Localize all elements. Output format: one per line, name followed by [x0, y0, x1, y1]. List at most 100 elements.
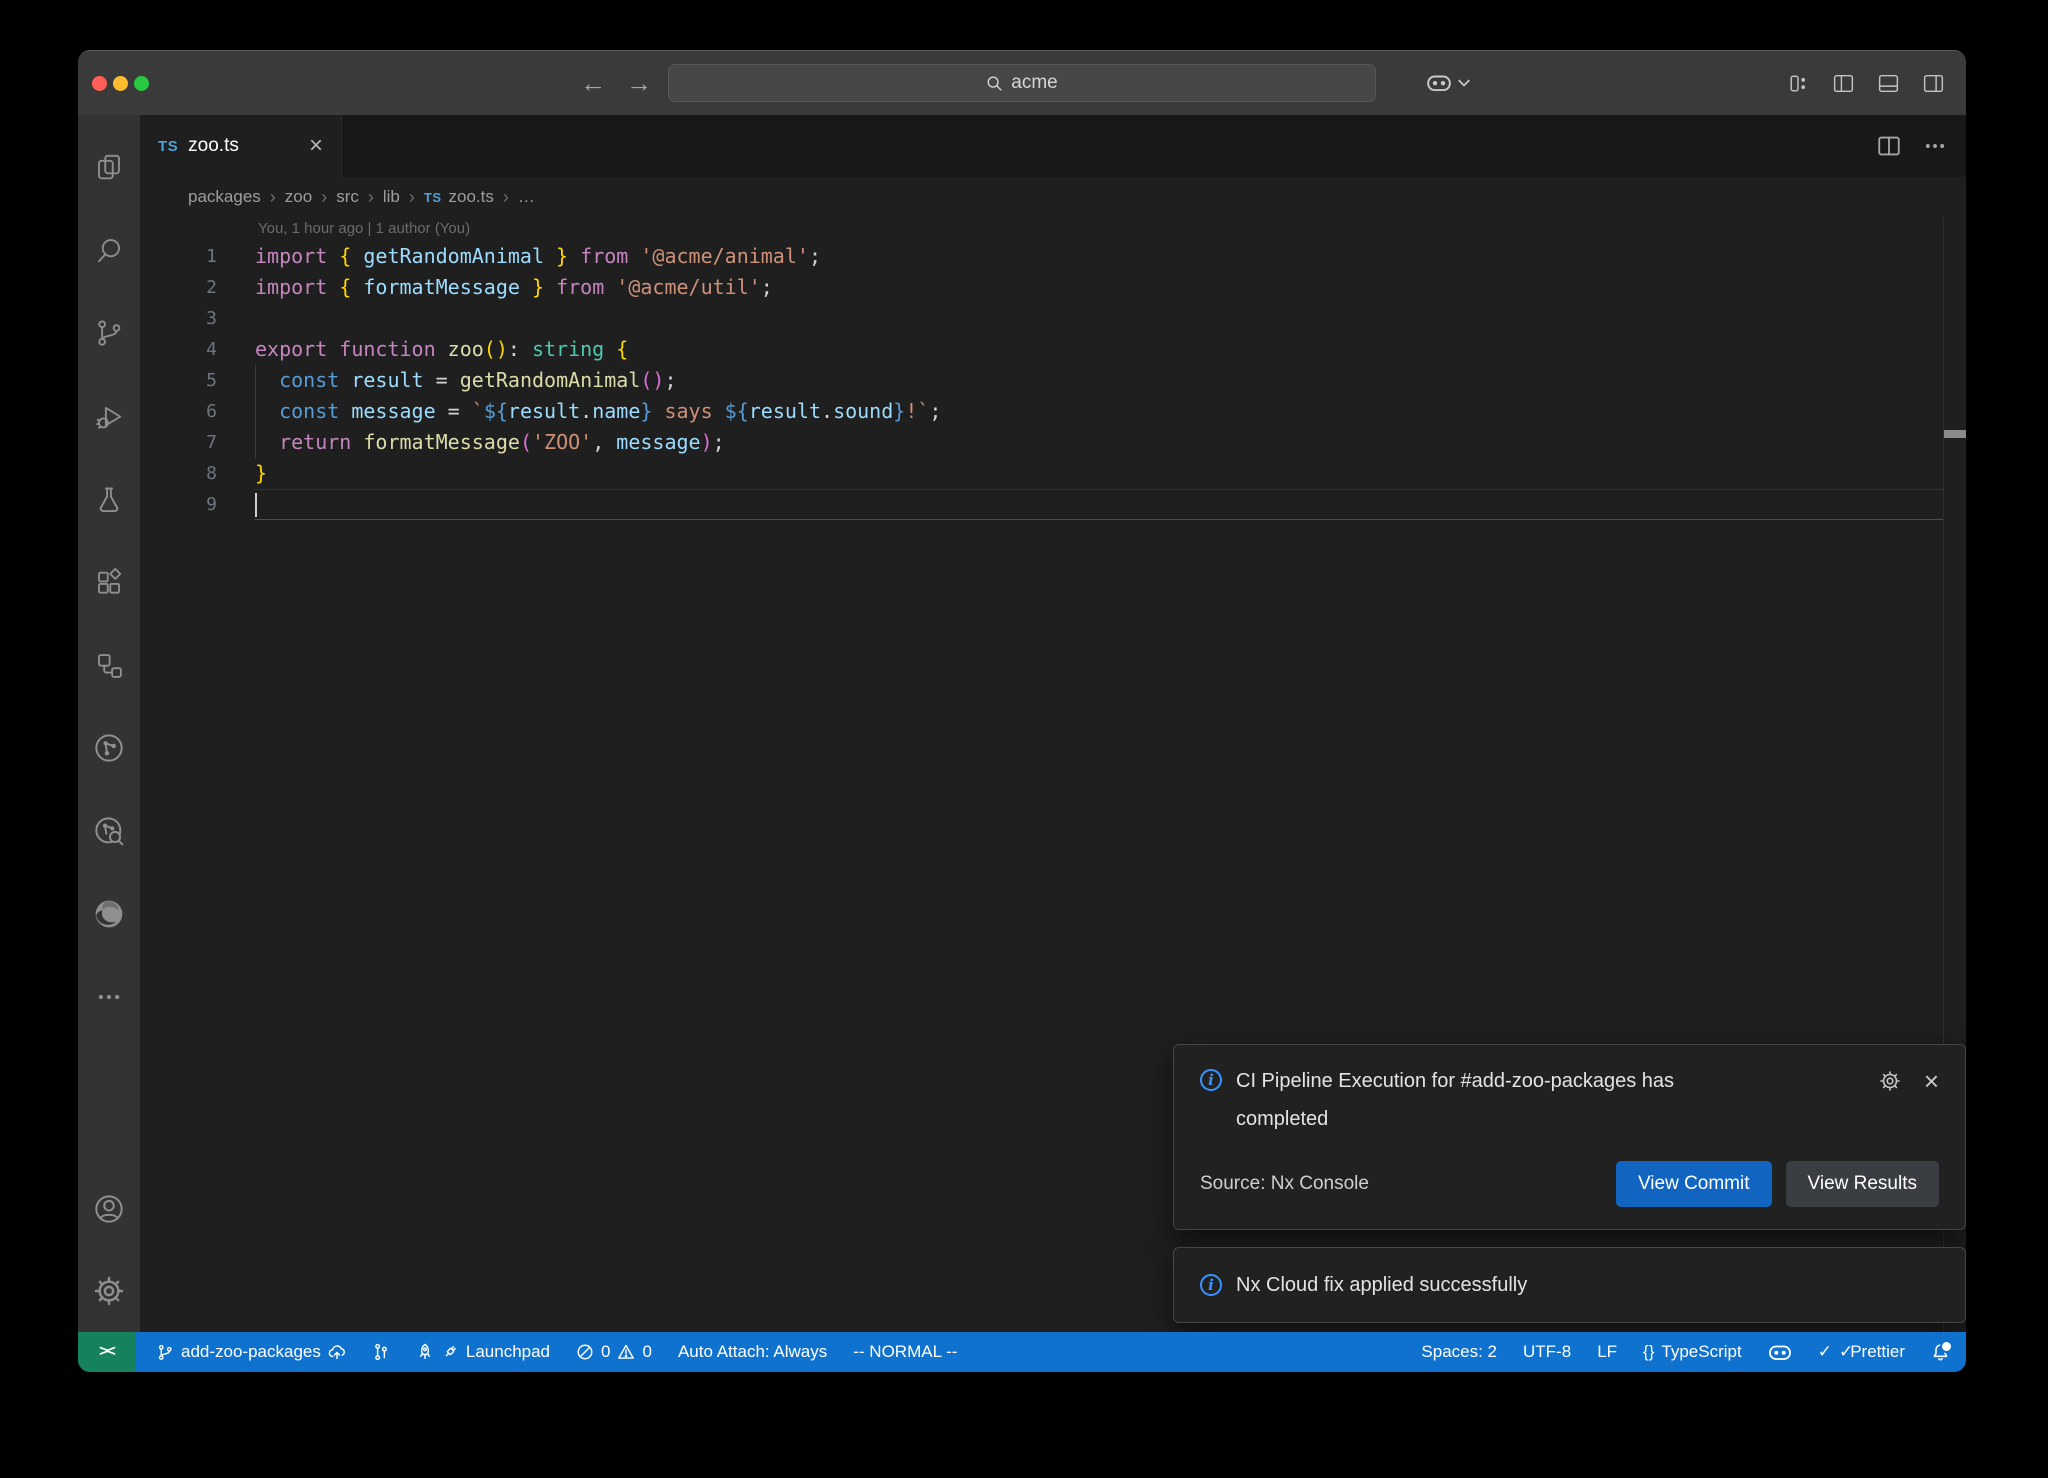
minimize-window-button[interactable] — [113, 76, 128, 91]
auto-attach-status-item[interactable]: Auto Attach: Always — [678, 1342, 827, 1362]
error-circle-slash-icon — [576, 1343, 594, 1361]
nx-console-icon — [93, 732, 125, 764]
navigate-back-button[interactable]: ← — [580, 51, 606, 115]
line-number: 4 — [140, 334, 217, 365]
eol-status-item[interactable]: LF — [1597, 1342, 1617, 1362]
code-line: return formatMessage('ZOO', message); — [255, 427, 1966, 458]
customize-layout-icon[interactable] — [1786, 71, 1811, 96]
breadcrumb-separator: › — [368, 187, 374, 208]
files-icon — [94, 152, 124, 182]
breadcrumb-item-src[interactable]: src — [336, 187, 359, 207]
sidebar-item-search[interactable] — [78, 208, 140, 291]
typescript-file-icon: TS — [158, 138, 178, 155]
vim-mode-status-item[interactable]: -- NORMAL -- — [853, 1342, 957, 1362]
chevron-down-icon — [1458, 79, 1470, 87]
accounts-button[interactable] — [78, 1168, 140, 1250]
breadcrumb-item-lib[interactable]: lib — [383, 187, 400, 207]
cloud-upload-icon — [328, 1343, 346, 1361]
launchpad-label: Launchpad — [466, 1342, 550, 1362]
view-commit-button[interactable]: View Commit — [1616, 1161, 1772, 1207]
gear-icon — [93, 1275, 125, 1307]
line-number: 6 — [140, 396, 217, 427]
nx-cloud-icon — [93, 815, 125, 847]
sidebar-item-run-and-debug[interactable] — [78, 374, 140, 457]
code-line — [255, 303, 1966, 334]
remote-indicator[interactable]: >< — [78, 1332, 135, 1372]
toggle-primary-sidebar-icon[interactable] — [1831, 71, 1856, 96]
breadcrumb-separator: › — [409, 187, 415, 208]
title-bar: ← → acme — [78, 51, 1966, 115]
edge-browser-icon — [93, 898, 125, 930]
close-window-button[interactable] — [92, 76, 107, 91]
line-number: 9 — [140, 489, 217, 520]
activity-bar — [78, 115, 140, 1332]
sidebar-item-nx-cloud[interactable] — [78, 789, 140, 872]
notification-settings-gear-icon[interactable] — [1878, 1069, 1902, 1093]
search-icon — [94, 235, 124, 265]
maximize-window-button[interactable] — [134, 76, 149, 91]
problems-status-item[interactable]: 0 0 — [576, 1342, 652, 1362]
tab-zoo-ts[interactable]: TS zoo.ts × — [140, 115, 342, 177]
notifications-bell-button[interactable] — [1931, 1343, 1950, 1362]
sidebar-item-testing[interactable] — [78, 457, 140, 540]
breadcrumb-item-zoo[interactable]: zoo — [285, 187, 312, 207]
warning-triangle-icon — [617, 1343, 635, 1361]
sidebar-item-edge-tools[interactable] — [78, 872, 140, 955]
command-center-query: acme — [1011, 72, 1057, 94]
code-line: import { formatMessage } from '@acme/uti… — [255, 272, 1966, 303]
encoding-status-item[interactable]: UTF-8 — [1523, 1342, 1571, 1362]
copilot-icon — [1426, 72, 1452, 94]
copilot-icon — [1768, 1343, 1792, 1362]
close-tab-icon[interactable]: × — [309, 134, 323, 158]
toggle-secondary-sidebar-icon[interactable] — [1921, 71, 1946, 96]
notification-message: Nx Cloud fix applied successfully — [1236, 1274, 1527, 1297]
sidebar-item-additional-views[interactable] — [78, 955, 140, 1038]
sidebar-item-explorer[interactable] — [78, 125, 140, 208]
command-center-search[interactable]: acme — [668, 64, 1376, 102]
error-count: 0 — [601, 1342, 610, 1362]
copilot-status-item[interactable] — [1768, 1343, 1792, 1362]
code-line: const message = `${result.name} says ${r… — [255, 396, 1966, 427]
breadcrumb-item-[interactable]: … — [518, 187, 535, 207]
manage-button[interactable] — [78, 1250, 140, 1332]
typescript-file-icon: TS — [424, 190, 442, 205]
formatter-status-item[interactable]: ✓✓ Prettier — [1818, 1342, 1905, 1362]
notification-toast-ci-pipeline: i CI Pipeline Execution for #add-zoo-pac… — [1173, 1044, 1966, 1230]
branch-status-item[interactable]: add-zoo-packages — [157, 1342, 346, 1362]
navigate-forward-button[interactable]: → — [626, 51, 652, 115]
sidebar-item-extensions[interactable] — [78, 540, 140, 623]
breadcrumb-separator: › — [503, 187, 509, 208]
commit-graph-status-item[interactable] — [372, 1343, 390, 1361]
ellipsis-icon — [94, 982, 124, 1012]
launchpad-status-item[interactable]: Launchpad — [416, 1342, 550, 1362]
vscode-window: ← → acme — [78, 50, 1966, 1372]
copilot-menu-button[interactable] — [1426, 51, 1470, 115]
language-label: TypeScript — [1661, 1342, 1741, 1362]
code-line — [255, 489, 1944, 520]
braces-icon: {} — [1643, 1342, 1654, 1362]
close-notification-icon[interactable]: × — [1924, 1070, 1939, 1092]
toggle-panel-icon[interactable] — [1876, 71, 1901, 96]
split-editor-icon[interactable] — [1876, 133, 1902, 159]
notification-badge-dot — [1940, 1340, 1953, 1353]
code-line: export function zoo(): string { — [255, 334, 1966, 365]
breadcrumb-item-packages[interactable]: packages — [188, 187, 261, 207]
line-number: 8 — [140, 458, 217, 489]
sidebar-item-project-structure[interactable] — [78, 623, 140, 706]
branch-name: add-zoo-packages — [181, 1342, 321, 1362]
sidebar-item-nx-console[interactable] — [78, 706, 140, 789]
git-branch-icon — [94, 318, 124, 348]
more-actions-icon[interactable] — [1922, 133, 1948, 159]
account-icon — [93, 1193, 125, 1225]
git-branch-icon — [157, 1344, 174, 1361]
sidebar-item-source-control[interactable] — [78, 291, 140, 374]
extensions-icon — [94, 567, 124, 597]
breadcrumb-item-zoots[interactable]: TSzoo.ts — [424, 187, 494, 207]
linked-squares-icon — [94, 650, 124, 680]
language-mode-status-item[interactable]: {} TypeScript — [1643, 1342, 1742, 1362]
line-number: 3 — [140, 303, 217, 334]
view-results-button[interactable]: View Results — [1786, 1161, 1939, 1207]
beaker-icon — [94, 484, 124, 514]
info-icon: i — [1200, 1069, 1222, 1091]
indentation-status-item[interactable]: Spaces: 2 — [1421, 1342, 1497, 1362]
